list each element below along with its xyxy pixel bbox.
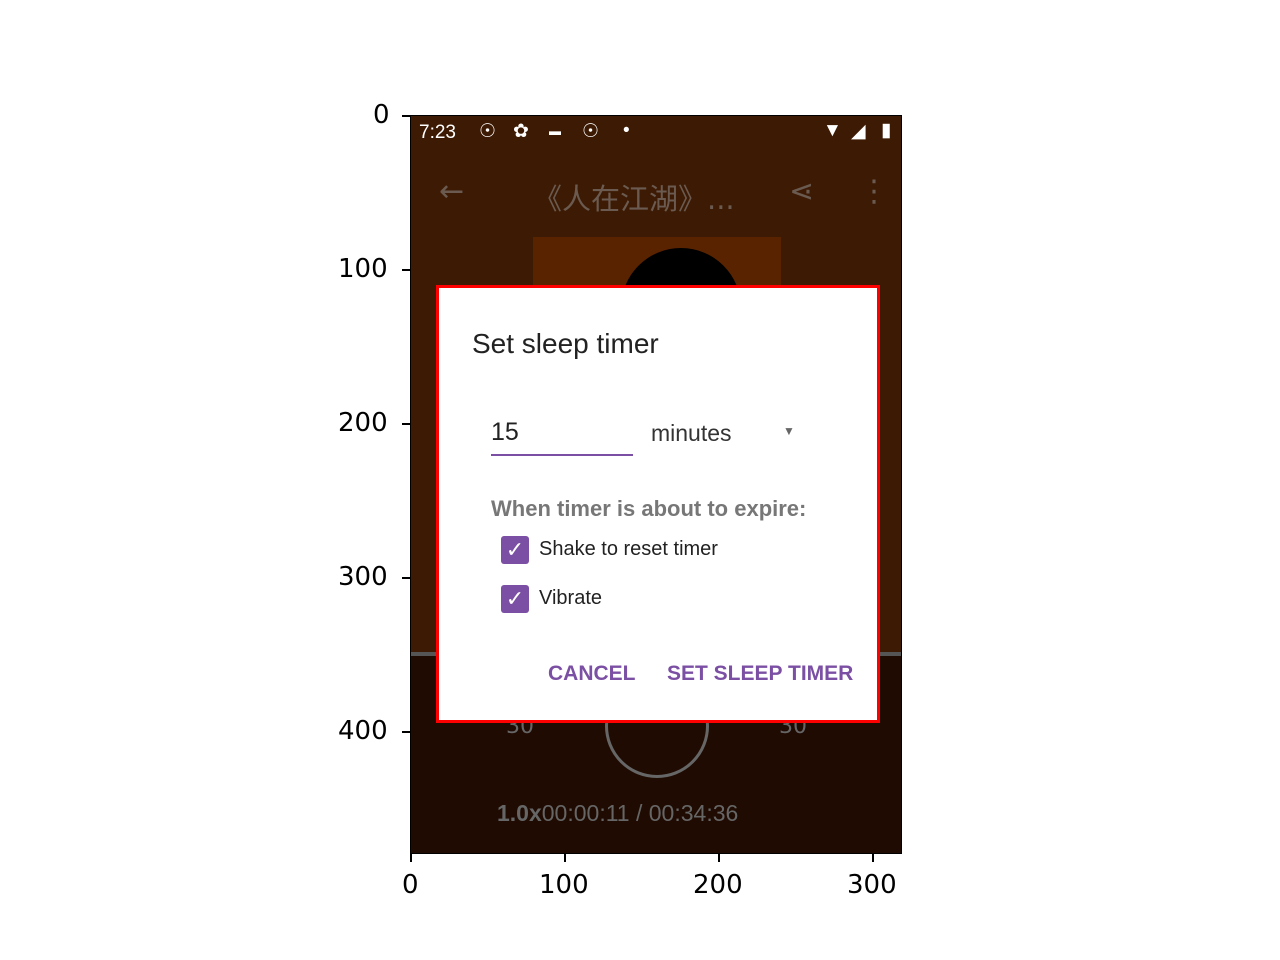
y-tick: 100 — [338, 254, 388, 284]
cancel-button[interactable]: CANCEL — [548, 662, 636, 686]
app-title: 《人在江湖》... — [533, 182, 735, 216]
checkbox-checked-icon[interactable]: ✓ — [501, 536, 529, 564]
battery-icon: ▮ — [881, 120, 892, 141]
vibrate-label: Vibrate — [539, 587, 603, 609]
x-tick: 200 — [693, 870, 743, 900]
shake-checkbox-row[interactable]: ✓ Shake to reset timer — [501, 536, 801, 566]
expire-label: When timer is about to expire: — [491, 496, 807, 521]
x-tick: 0 — [402, 870, 419, 900]
more-vert-icon[interactable]: ⋮ — [859, 174, 889, 209]
y-tick: 400 — [338, 716, 388, 746]
position-label: 00:00:11 / 00:34:36 — [541, 800, 739, 826]
podcast-icon: ☉ — [582, 121, 600, 142]
dot-icon: • — [623, 120, 630, 141]
keyboard-icon: ▬ — [549, 124, 561, 138]
podcast-icon: ☉ — [479, 121, 497, 142]
share-icon[interactable]: ⋖ — [789, 174, 814, 209]
vibrate-checkbox-row[interactable]: ✓ Vibrate — [501, 585, 801, 615]
time-input[interactable]: 15 — [491, 418, 633, 456]
status-time: 7:23 — [419, 122, 456, 143]
shake-label: Shake to reset timer — [539, 538, 718, 560]
checkbox-checked-icon[interactable]: ✓ — [501, 585, 529, 613]
y-tick: 0 — [373, 100, 390, 130]
dialog-title: Set sleep timer — [472, 328, 659, 359]
x-tick: 300 — [847, 870, 897, 900]
y-tick: 200 — [338, 408, 388, 438]
y-tick: 300 — [338, 562, 388, 592]
x-tick: 100 — [539, 870, 589, 900]
status-bar: 7:23 ☉ ✿ ▬ ☉ • ▼ ◢ ▮ — [411, 116, 901, 150]
settings-icon: ✿ — [513, 121, 529, 142]
app-bar: ← 《人在江湖》... ⋖ ⋮ — [411, 150, 901, 238]
unit-value: minutes — [651, 420, 732, 446]
sleep-timer-dialog: Set sleep timer 15 minutes ▼ When timer … — [436, 285, 880, 723]
signal-icon: ◢ — [851, 121, 866, 142]
set-sleep-timer-button[interactable]: SET SLEEP TIMER — [667, 662, 853, 686]
chevron-down-icon: ▼ — [783, 424, 795, 438]
unit-dropdown[interactable]: minutes ▼ — [651, 420, 801, 452]
wifi-icon: ▼ — [823, 120, 842, 141]
back-arrow-icon[interactable]: ← — [439, 174, 464, 209]
speed-label[interactable]: 1.0x — [497, 800, 542, 826]
